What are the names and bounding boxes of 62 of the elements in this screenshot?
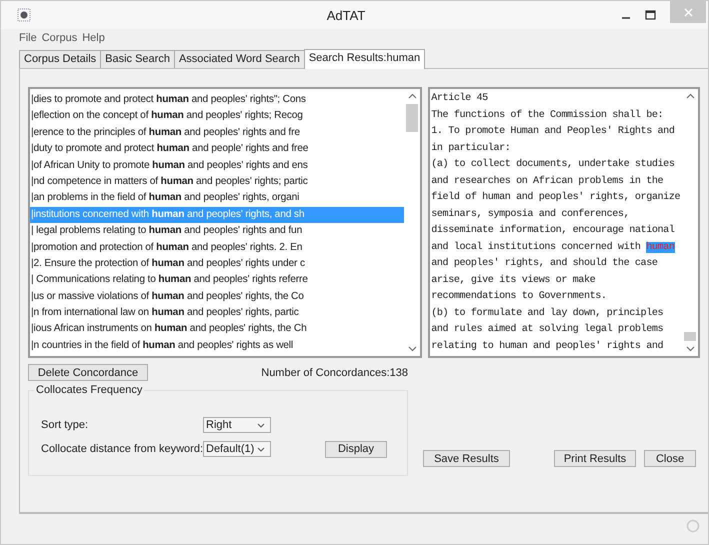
concordance-line[interactable]: |of African Unity to promote human and peoples' rights and ens [30,158,404,174]
delete-concordance-button[interactable]: Delete Concordance [28,364,148,381]
tab[interactable]: Basic Search [100,50,175,68]
close-icon [684,8,692,16]
document-line: and local institutions concerned with human [431,240,676,254]
document-line: field of human and peoples' rights, organize [431,190,682,205]
concordance-line[interactable]: |2. Ensure the protection of human and peoples' rights under c [30,256,404,272]
concordance-line[interactable]: |erence to the principles of human and peoples' rights and fre [30,124,404,142]
scroll-thumb[interactable] [684,332,696,341]
document-line: and peoples' rights, and should the case [431,256,659,271]
document-line: arise, give its views or make [431,274,596,288]
document-line: (a) to collect documents, undertake studies [431,158,676,172]
dropdown[interactable]: Default(1) [203,441,271,457]
dropdown[interactable]: Right [203,417,271,433]
concordance-line[interactable]: |n countries in the field of human and peoples' rights as well [30,338,404,354]
concordance-line[interactable]: |duty to promote and protect human and people' rights and free [30,141,404,158]
document-line: 1. To promote Human and Peoples' Rights and [431,124,676,139]
field-label: Sort type: [41,419,90,431]
document-line: and rules aimed at solving legal problems [431,322,664,337]
caret-icon [257,422,265,428]
document-line: recommendations to Governments. [431,290,608,304]
concordance-line[interactable]: |n from international law on human and peoples' rights, partic [30,305,404,322]
document-line: in particular: [431,142,512,156]
field-label: Collocate distance from keyword: [41,443,203,455]
document-line: The functions of the Commission shall be: [431,108,664,122]
document-line: and researches on African problems in the [431,174,664,188]
document-line: (b) to formulate and lay down, principles [431,306,664,320]
concordance-line[interactable]: | Communications relating to human and peoples' rights referre [30,272,404,289]
scroll-up-icon[interactable] [686,93,694,99]
caret-icon [257,446,265,452]
app-icon [17,8,31,22]
menu-item[interactable]: Corpus [42,32,78,44]
document-line: Article 45 [431,92,489,106]
concordance-line[interactable]: | legal problems relating to human and peoples' rights and fun [30,223,404,240]
action-button[interactable]: Close [644,450,696,467]
scroll-down-icon[interactable] [408,346,417,352]
concordance-line[interactable]: |dies to promote and protect human and peoples' rights"; Cons [30,92,404,108]
scroll-thumb[interactable] [406,104,418,132]
display-button[interactable]: Display [325,440,387,458]
concordance-line[interactable]: |us or massive violations of human and peoples' rights, the Co [30,288,404,306]
menu-item[interactable]: File [19,32,37,44]
concordance-line[interactable]: |eflection on the concept of human and peoples' rights; Recog [30,108,404,125]
scroll-down-icon[interactable] [686,346,694,352]
concordance-line[interactable]: |promotion and protection of human and peoples' rights. 2. En [30,240,404,256]
document-line: disseminate information, encourage national [431,224,676,238]
tab[interactable]: Search Results:human [304,49,426,69]
concordance-line[interactable]: |an problems in the field of human and peoples' rights, organi [30,190,404,207]
action-button[interactable]: Print Results [554,450,636,467]
group-title: Collocates Frequency [34,384,144,396]
action-button[interactable]: Save Results [423,450,510,467]
busy-indicator-icon [686,519,700,533]
scroll-up-icon[interactable] [408,93,417,99]
concordance-line[interactable]: |nd competence in matters of human and peoples' rights; partic [30,174,404,190]
document-line: seminars, symposia and conferences, [431,208,630,222]
maximize-icon[interactable] [645,10,656,20]
tab[interactable]: Associated Word Search [174,50,305,68]
menu-item[interactable]: Help [82,32,105,44]
concordance-count: Number of Concordances:138 [261,366,408,378]
document-line: relating to human and peoples' rights and [431,340,664,354]
window-title: AdTAT [326,8,366,22]
concordance-line[interactable]: |ious African instruments on human and peoples' rights, the Ch [30,321,404,338]
tab[interactable]: Corpus Details [19,50,102,68]
